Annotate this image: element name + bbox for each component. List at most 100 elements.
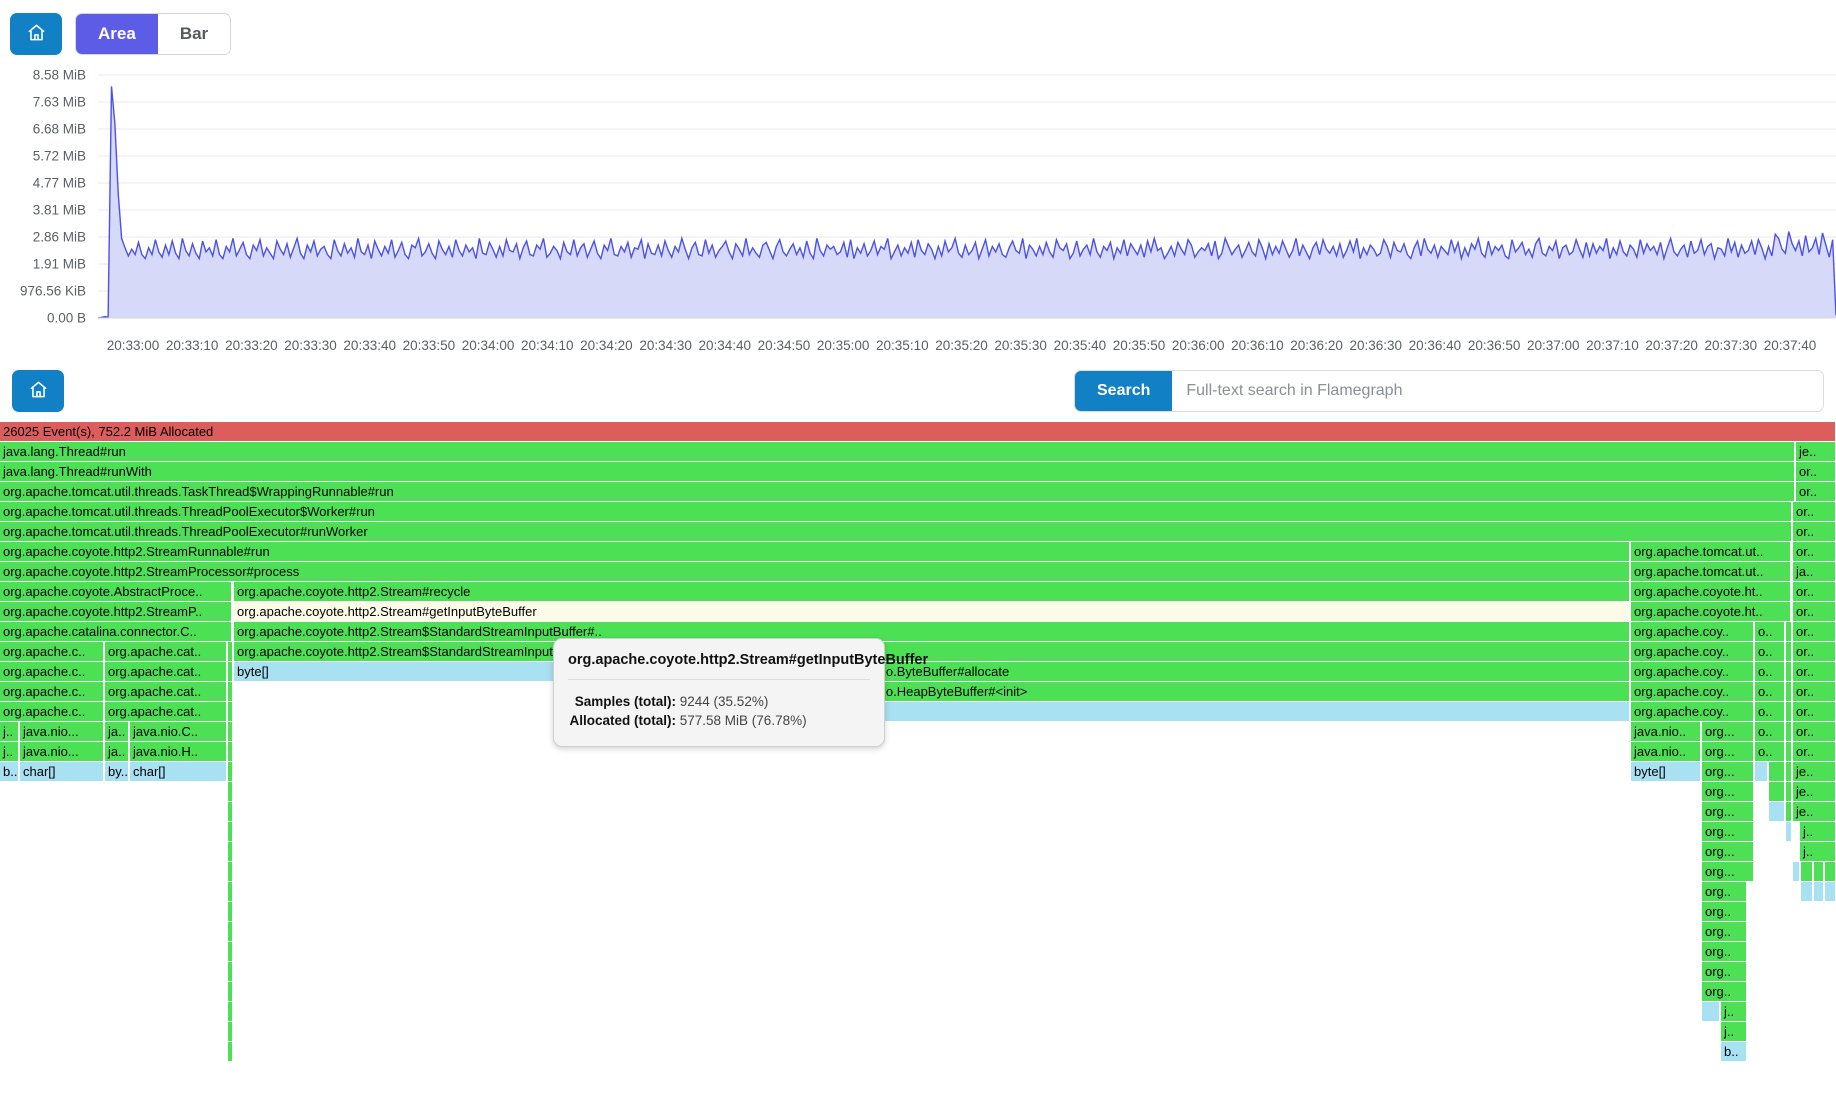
flamegraph-frame[interactable]: org.apache.coy.. (1631, 702, 1754, 721)
flamegraph-frame[interactable]: je.. (1793, 782, 1836, 801)
flamegraph-frame[interactable]: java.nio.. (1631, 722, 1701, 741)
flamegraph-frame[interactable] (1786, 782, 1792, 801)
flamegraph-frame[interactable]: j.. (1800, 822, 1836, 841)
flamegraph-frame[interactable]: org.apache.cat.. (105, 682, 227, 701)
flamegraph-frame[interactable] (228, 882, 233, 901)
flamegraph-frame[interactable]: j.. (1721, 1022, 1747, 1041)
flamegraph-frame[interactable]: j.. (1800, 842, 1836, 861)
flamegraph-frame[interactable]: org... (1702, 782, 1754, 801)
flamegraph-frame[interactable]: org.apache.coyote.http2.StreamP.. (0, 602, 232, 621)
flamegraph-frame[interactable]: java.nio... (20, 742, 104, 761)
flamegraph-frame[interactable]: org.apache.tomcat.util.threads.ThreadPoo… (0, 502, 1792, 521)
flamegraph-frame[interactable]: org.apache.coyote.http2.Stream$StandardS… (234, 622, 1630, 641)
flamegraph-frame[interactable]: o.. (1755, 622, 1785, 641)
flamegraph-frame[interactable]: org.apache.c.. (0, 662, 104, 681)
flamegraph-frame[interactable]: org.. (1702, 942, 1747, 961)
flamegraph-frame[interactable]: org.apache.coy.. (1631, 662, 1754, 681)
flamegraph-frame[interactable]: j.. (0, 722, 19, 741)
flamegraph-frame[interactable] (1786, 682, 1792, 701)
flamegraph-frame[interactable]: org.apache.coy.. (1631, 642, 1754, 661)
flamegraph-frame[interactable]: java.nio... (20, 722, 104, 741)
chart-mode-toggle[interactable]: Area Bar (75, 12, 232, 55)
flamegraph-frame[interactable] (228, 822, 233, 841)
flamegraph-frame[interactable]: org.apache.coyote.http2.StreamRunnable#r… (0, 542, 1630, 561)
flamegraph-frame[interactable] (1786, 642, 1792, 661)
flamegraph-frame[interactable]: org.apache.coy.. (1631, 622, 1754, 641)
flamegraph-summary[interactable]: 26025 Event(s), 752.2 MiB Allocated (0, 422, 1836, 441)
flamegraph-frame[interactable]: org.. (1702, 922, 1747, 941)
flamegraph-frame[interactable]: o.. (1755, 642, 1785, 661)
flamegraph-frame[interactable]: je.. (1796, 442, 1836, 461)
flamegraph-frame[interactable] (1786, 722, 1792, 741)
flamegraph-frame[interactable] (228, 682, 233, 701)
flamegraph-frame[interactable]: by.. (105, 762, 129, 781)
flamegraph-frame[interactable]: or.. (1793, 662, 1836, 681)
flamegraph-frame[interactable]: org.apache.coyote.http2.Stream#getInputB… (234, 602, 1630, 621)
flamegraph-frame[interactable] (228, 902, 233, 921)
flamegraph-frame[interactable]: b.. (0, 762, 19, 781)
flamegraph-frame[interactable]: org.apache.coy.. (1631, 682, 1754, 701)
flamegraph-frame[interactable]: je.. (1793, 802, 1836, 821)
flamegraph-frame[interactable] (228, 1022, 233, 1041)
flamegraph-frame[interactable] (1786, 742, 1792, 761)
flamegraph-frame[interactable]: org.apache.cat.. (105, 642, 227, 661)
flamegraph-frame[interactable]: org.apache.c.. (0, 642, 104, 661)
flamegraph-frame[interactable] (1786, 762, 1792, 781)
flamegraph-frame[interactable]: byte[] (1631, 762, 1701, 781)
flamegraph-frame[interactable] (1702, 1002, 1720, 1021)
flamegraph-frame[interactable]: ja.. (105, 742, 129, 761)
flamegraph-frame[interactable]: org.apache.coyote.ht.. (1631, 582, 1791, 601)
flamegraph-frame[interactable] (1786, 622, 1792, 641)
flamegraph-frame[interactable] (1814, 862, 1824, 881)
flamegraph-frame[interactable]: org.apache.coyote.http2.Stream$StandardS… (234, 642, 1630, 661)
flamegraph-frame[interactable]: o.. (1755, 742, 1785, 761)
flamegraph-frame[interactable]: or.. (1793, 622, 1836, 641)
flamegraph-frame[interactable]: org.. (1702, 882, 1747, 901)
flamegraph-frame[interactable]: org.apache.tomcat.ut.. (1631, 562, 1791, 581)
flamegraph-frame[interactable]: org... (1702, 722, 1754, 741)
flamegraph-frame[interactable]: org.apache.tomcat.util.threads.TaskThrea… (0, 482, 1795, 501)
flamegraph-frame[interactable]: org.apache.coyote.http2.Stream#recycle (234, 582, 1630, 601)
flamegraph-frame[interactable] (228, 982, 233, 1001)
flamegraph-frame[interactable] (228, 922, 233, 941)
search-button[interactable]: Search (1075, 371, 1173, 411)
flamegraph-frame[interactable]: or.. (1793, 542, 1836, 561)
flamegraph-frame[interactable]: o.. (1755, 662, 1785, 681)
flamegraph-frame[interactable]: org.apache.c.. (0, 702, 104, 721)
search-box[interactable]: Search (1074, 370, 1824, 412)
flamegraph-frame[interactable]: org.. (1702, 982, 1747, 1001)
flamegraph-frame[interactable]: char[] (20, 762, 104, 781)
flamegraph-frame[interactable]: je.. (1793, 762, 1836, 781)
flamegraph-frame[interactable]: org.apache.tomcat.ut.. (1631, 542, 1791, 561)
flamegraph-frame[interactable]: o.. (1755, 722, 1785, 741)
flamegraph-frame[interactable]: org.apache.coyote.ht.. (1631, 602, 1791, 621)
flamegraph-frame[interactable]: j.. (1721, 1002, 1747, 1021)
flamegraph-frame[interactable]: java.nio.H.. (130, 742, 227, 761)
flamegraph-frame[interactable]: io.HeapByteBuffer#<init> (880, 682, 1630, 701)
flamegraph-frame[interactable]: org.apache.c.. (0, 682, 104, 701)
search-input[interactable] (1172, 371, 1823, 411)
flamegraph-frame[interactable] (1769, 762, 1785, 781)
flamegraph-frame[interactable] (1793, 862, 1800, 881)
flamegraph-frame[interactable]: org... (1702, 742, 1754, 761)
flamegraph-frame[interactable]: org.apache.coyote.AbstractProce.. (0, 582, 232, 601)
flamegraph-frame[interactable] (228, 1002, 233, 1021)
flamegraph-frame[interactable]: or.. (1793, 522, 1836, 541)
flamegraph-frame[interactable] (1786, 702, 1792, 721)
flamegraph-frame[interactable] (228, 642, 233, 661)
flamegraph-frame[interactable]: or.. (1796, 482, 1836, 501)
flamegraph-frame[interactable]: java.lang.Thread#run (0, 442, 1795, 461)
flamegraph-frame[interactable] (228, 842, 233, 861)
flamegraph-frame[interactable]: j.. (0, 742, 19, 761)
flamegraph-frame[interactable] (228, 762, 233, 781)
flamegraph-frame[interactable]: char[] (130, 762, 227, 781)
flamegraph-frame[interactable]: java.lang.Thread#runWith (0, 462, 1795, 481)
flamegraph-frame[interactable]: org.apache.catalina.connector.C.. (0, 622, 232, 641)
flamegraph-frame[interactable]: io.ByteBuffer#allocate (880, 662, 1630, 681)
flamegraph-frame[interactable]: org.. (1702, 962, 1747, 981)
flamegraph-frame[interactable]: org.. (1702, 902, 1747, 921)
flamegraph-frame[interactable] (228, 962, 233, 981)
flamegraph-frame[interactable] (228, 662, 233, 681)
flamegraph-frame[interactable]: org.apache.coyote.http2.StreamProcessor#… (0, 562, 1630, 581)
allocation-timeline-chart[interactable]: 8.58 MiB 7.63 MiB 6.68 MiB 5.72 MiB 4.77 MiB… (0, 60, 1836, 360)
